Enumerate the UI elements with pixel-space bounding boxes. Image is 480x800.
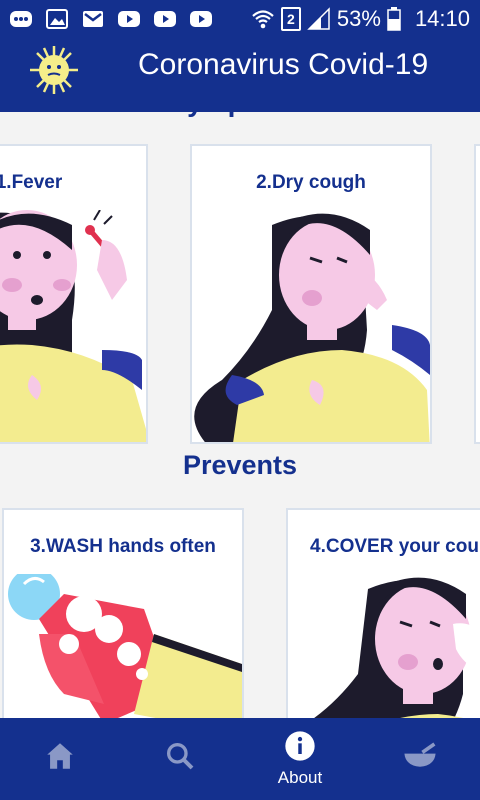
- card-label: 3.WASH hands often: [30, 536, 216, 557]
- nav-home[interactable]: [0, 718, 120, 800]
- app-bar: Coronavirus Covid-19: [0, 40, 480, 112]
- virus-logo-icon: [30, 46, 78, 94]
- card-label: 4.COVER your cou: [310, 536, 479, 557]
- home-icon: [47, 743, 73, 769]
- dry-cough-illustration-icon: [194, 213, 430, 442]
- signal-icon: [307, 7, 330, 30]
- search-icon: [167, 743, 194, 770]
- nav-search[interactable]: [120, 718, 240, 800]
- info-icon: [285, 731, 315, 761]
- fever-illustration-icon: [0, 210, 146, 442]
- nav-about[interactable]: About: [240, 718, 360, 800]
- prevent-card-wash-hands[interactable]: 3.WASH hands often: [2, 508, 244, 718]
- prevent-card-cover-cough[interactable]: 4.COVER your cou: [286, 508, 480, 718]
- section-title-prevents: Prevents: [182, 450, 298, 480]
- app-title: Coronavirus Covid-19: [138, 48, 429, 81]
- youtube-icon: [118, 11, 140, 27]
- section-title-symptoms: Symptoms: [0, 112, 480, 118]
- sim-badge: 2: [280, 7, 301, 31]
- cover-cough-illustration-icon: [314, 577, 480, 718]
- main-content[interactable]: Symptoms 1.Fever 2.Dry cough: [0, 112, 480, 718]
- wash-hands-illustration-icon: [8, 574, 242, 718]
- bottom-navigation: About: [0, 718, 480, 800]
- clock: 14:10: [414, 6, 470, 31]
- youtube-icon: [190, 11, 212, 27]
- mortar-icon: [404, 742, 436, 767]
- system-indicators: 2 53% 14:10: [251, 6, 470, 32]
- chat-icon: [10, 11, 32, 27]
- symptom-card-dry-cough[interactable]: 2.Dry cough: [190, 144, 432, 444]
- wifi-icon: [252, 10, 274, 29]
- status-bar: 2 53% 14:10: [0, 0, 480, 40]
- card-label: 2.Dry cough: [256, 172, 366, 193]
- battery-icon: [387, 7, 401, 31]
- image-icon: [46, 9, 68, 29]
- nav-label: About: [277, 768, 323, 787]
- symptom-card-partial[interactable]: [474, 144, 480, 444]
- card-label: 1.Fever: [0, 172, 63, 193]
- symptom-card-fever[interactable]: 1.Fever: [0, 144, 148, 444]
- nav-remedies[interactable]: [360, 718, 480, 800]
- notification-icons: [8, 8, 214, 30]
- battery-percentage: 53%: [336, 6, 381, 31]
- gmail-icon: [83, 11, 103, 27]
- youtube-icon: [154, 11, 176, 27]
